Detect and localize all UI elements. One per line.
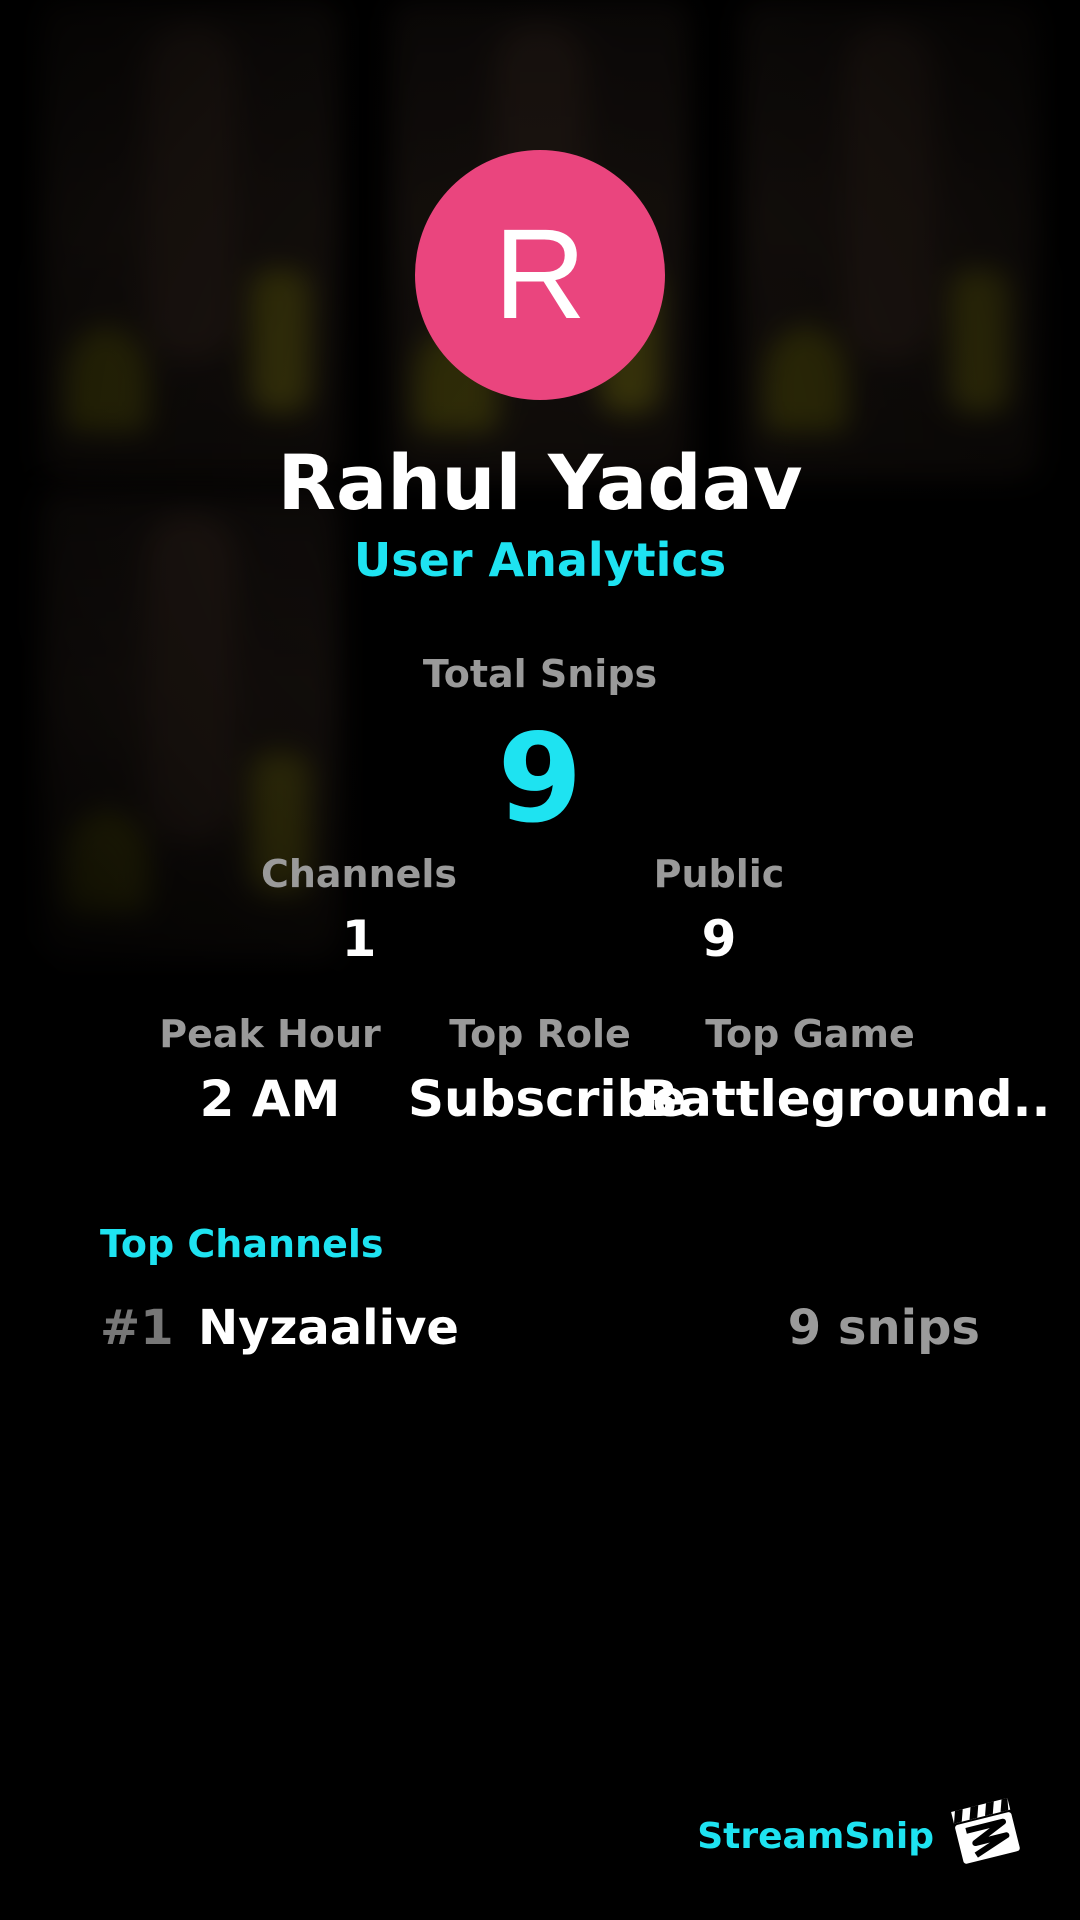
top-role-value: Subscribe	[408, 1070, 687, 1128]
channels-label: Channels	[260, 852, 458, 896]
top-role-label: Top Role	[449, 1012, 631, 1056]
public-value: 9	[701, 910, 737, 968]
top-channels-title: Top Channels	[100, 1222, 384, 1266]
public-label: Public	[653, 852, 785, 896]
peak-hour-value: 2 AM	[199, 1070, 341, 1128]
peak-hour-label: Peak Hour	[159, 1012, 381, 1056]
brand-name: StreamSnip	[697, 1816, 934, 1857]
user-name: Rahul Yadav	[277, 438, 803, 527]
channel-rank: #1	[100, 1300, 174, 1356]
avatar-initial: R	[493, 203, 587, 346]
page-subtitle: User Analytics	[353, 533, 727, 587]
top-game-label: Top Game	[705, 1012, 915, 1056]
channel-name: Nyzaalive	[198, 1300, 459, 1356]
clapperboard-icon	[951, 1797, 1020, 1864]
analytics-card: R Rahul Yadav User Analytics Total Snips…	[0, 0, 1080, 1920]
total-snips-label: Total Snips	[422, 652, 658, 696]
channel-snip-count: 9 snips	[787, 1300, 980, 1356]
total-snips-value: 9	[497, 708, 583, 850]
top-game-value: Battleground..	[640, 1070, 1051, 1128]
channels-value: 1	[341, 910, 377, 968]
avatar: R	[415, 150, 665, 400]
